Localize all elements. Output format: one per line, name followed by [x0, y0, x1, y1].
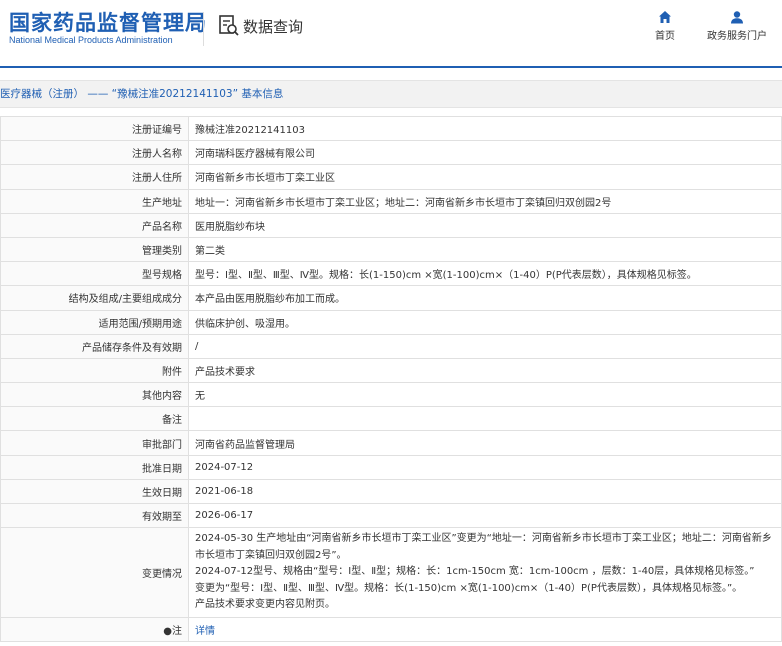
data-query-label: 数据查询	[243, 17, 304, 36]
table-row: 备注	[0, 406, 782, 432]
info-table: 注册证编号 豫械注准20212141103 注册人名称 河南瑞科医疗器械有限公司 注册人…	[0, 115, 782, 642]
data-query-link[interactable]: 数据查询	[218, 14, 303, 38]
user-icon	[731, 11, 743, 24]
home-icon	[659, 11, 671, 23]
table-row: 产品储存条件及有效期 /	[0, 333, 782, 359]
breadcrumb: 医疗器械（注册） —— “豫械注准20212141103” 基本信息	[0, 80, 782, 108]
row-label: 有效期至	[0, 502, 189, 529]
change-label: 变更情况	[0, 527, 189, 618]
row-value: 医用脱脂纱布块	[188, 212, 782, 238]
row-label: 型号规格	[0, 261, 189, 287]
row-value: 河南省新乡市长垣市丁栾工业区	[188, 164, 782, 190]
row-label: 其他内容	[0, 382, 189, 408]
table-row: 注册人住所 河南省新乡市长垣市丁栾工业区	[0, 164, 782, 190]
table-row: 注册人名称 河南瑞科医疗器械有限公司	[0, 140, 782, 166]
change-line: 2024-05-30 生产地址由“河南省新乡市长垣市丁栾工业区”变更为“地址一：…	[195, 533, 772, 545]
row-value: 供临床护创、吸湿用。	[188, 309, 782, 335]
row-value: 2026-06-17	[188, 502, 782, 529]
table-row: 结构及组成/主要组成成分 本产品由医用脱脂纱布加工而成。	[0, 285, 782, 311]
row-label: 审批部门	[0, 430, 189, 456]
note-value: 详情	[188, 616, 782, 642]
row-value: 第二类	[188, 236, 782, 263]
table-row-change: 变更情况 2024-05-30 生产地址由“河南省新乡市长垣市丁栾工业区”变更为“…	[0, 527, 782, 618]
table-row: 管理类别 第二类	[0, 236, 782, 263]
table-row: 有效期至 2026-06-17	[0, 502, 782, 529]
row-value	[188, 406, 782, 432]
table-row: 产品名称 医用脱脂纱布块	[0, 212, 782, 238]
table-row: 注册证编号 豫械注准20212141103	[0, 115, 782, 142]
change-line: 变更为“型号：Ⅰ型、Ⅱ型、Ⅲ型、Ⅳ型。规格：长(1-150)cm ×宽(1-10…	[195, 582, 743, 594]
row-label: 结构及组成/主要组成成分	[0, 285, 189, 311]
table-row: 生产地址 地址一：河南省新乡市长垣市丁栾工业区；地址二：河南省新乡市长垣市丁栾镇回…	[0, 188, 782, 214]
change-line: 市长垣市丁栾镇回归双创园2号”。	[195, 549, 347, 561]
row-label: 注册证编号	[0, 115, 189, 142]
row-value: 无	[188, 382, 782, 408]
nav-service-portal[interactable]: 政务服务门户	[707, 10, 767, 42]
row-label: 生产地址	[0, 188, 189, 214]
row-value: 本产品由医用脱脂纱布加工而成。	[188, 285, 782, 311]
row-value: 河南瑞科医疗器械有限公司	[188, 140, 782, 166]
row-value: 2024-07-12	[188, 454, 782, 480]
table-row: 批准日期 2024-07-12	[0, 454, 782, 480]
table-row: 附件 产品技术要求	[0, 357, 782, 384]
row-value: 型号：Ⅰ型、Ⅱ型、Ⅲ型、Ⅳ型。规格：长(1-150)cm ×宽(1-100)cm…	[188, 261, 782, 287]
table-row: 型号规格 型号：Ⅰ型、Ⅱ型、Ⅲ型、Ⅳ型。规格：长(1-150)cm ×宽(1-10…	[0, 261, 782, 287]
row-label: 附件	[0, 357, 189, 384]
nav-service-label: 政务服务门户	[707, 31, 767, 42]
row-label: 备注	[0, 406, 189, 432]
table-row: 其他内容无	[0, 382, 782, 408]
nav-home[interactable]: 首页	[655, 10, 675, 42]
row-value: 地址一：河南省新乡市长垣市丁栾工业区；地址二：河南省新乡市长垣市丁栾镇回归双创园…	[188, 188, 782, 214]
logo-subtitle: National Medical Products Administration	[9, 35, 173, 45]
header-divider	[203, 12, 204, 46]
change-value: 2024-05-30 生产地址由“河南省新乡市长垣市丁栾工业区”变更为“地址一：…	[188, 527, 782, 618]
table-row: 审批部门 河南省药品监督管理局	[0, 430, 782, 456]
change-line: 产品技术要求变更内容见附页。	[195, 599, 335, 611]
detail-link[interactable]: 详情	[195, 626, 215, 637]
table-row-note: ●注 详情	[0, 616, 782, 642]
nav-home-label: 首页	[655, 31, 675, 42]
header-accent-line	[0, 66, 782, 68]
breadcrumb-text: 医疗器械（注册） —— “豫械注准20212141103” 基本信息	[0, 88, 284, 100]
row-value: 豫械注准20212141103	[188, 115, 782, 142]
row-label: 产品名称	[0, 212, 189, 238]
row-label: 管理类别	[0, 236, 189, 263]
site-header: 国家药品监督管理局 National Medical Products Admi…	[0, 0, 782, 66]
row-label: 注册人名称	[0, 140, 189, 166]
row-label: 批准日期	[0, 454, 189, 480]
row-label: 生效日期	[0, 478, 189, 505]
logo-title[interactable]: 国家药品监督管理局	[9, 7, 207, 37]
change-line: 2024-07-12型号、规格由“型号：Ⅰ型、Ⅱ型；规格：长：1cm-150cm…	[195, 566, 755, 578]
note-label: ●注	[0, 616, 189, 642]
row-label: 注册人住所	[0, 164, 189, 190]
row-label: 适用范围/预期用途	[0, 309, 189, 335]
row-value: 河南省药品监督管理局	[188, 430, 782, 456]
row-value: 2021-06-18	[188, 478, 782, 505]
table-row: 生效日期 2021-06-18	[0, 478, 782, 505]
row-value: /	[188, 333, 782, 359]
table-row: 适用范围/预期用途 供临床护创、吸湿用。	[0, 309, 782, 335]
row-label: 产品储存条件及有效期	[0, 333, 189, 359]
row-value: 产品技术要求	[188, 357, 782, 384]
document-search-icon	[219, 15, 239, 36]
